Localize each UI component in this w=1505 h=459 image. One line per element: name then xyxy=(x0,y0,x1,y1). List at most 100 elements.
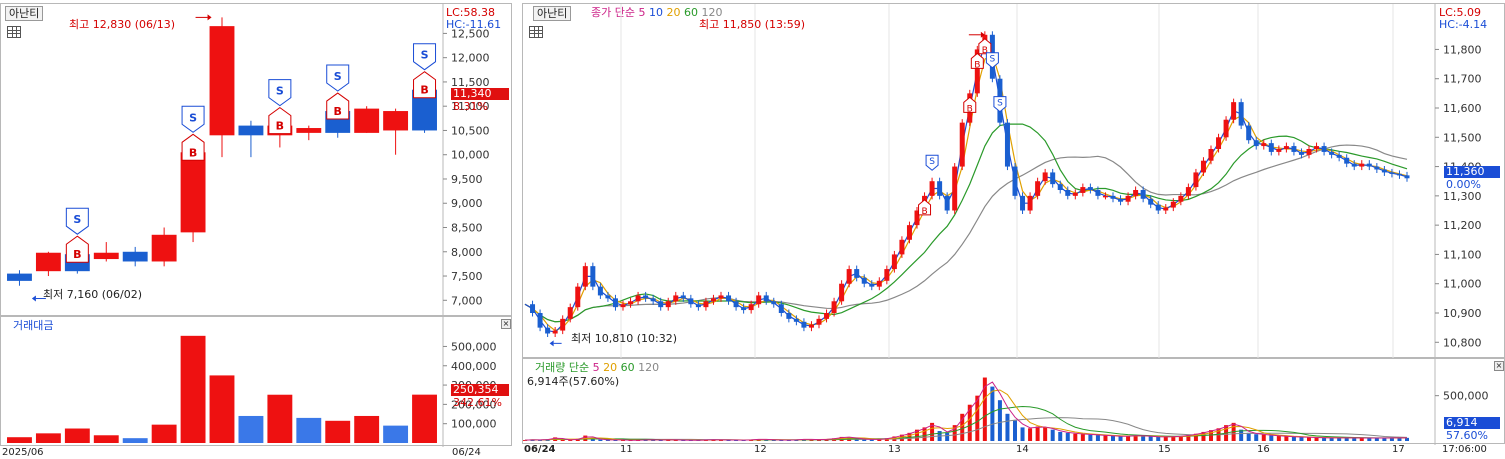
intraday-candle-body xyxy=(650,298,656,302)
intraday-candle-body xyxy=(552,330,558,334)
intraday-sell-letter: S xyxy=(929,157,935,167)
intraday-candle-body xyxy=(824,313,830,319)
left-vol-tick-label: 500,000 xyxy=(451,340,497,353)
left-price-tick-label: 12,500 xyxy=(451,27,490,40)
sell-signal-letter: S xyxy=(421,49,429,62)
intraday-candle-body xyxy=(1223,119,1229,138)
right-volume-panel[interactable]: 거래량 단순 5 20 60 120 6,914주(57.60%) × 500,… xyxy=(522,358,1505,445)
left-low-annotation: 최저 7,160 (06/02) xyxy=(43,288,143,301)
sell-signal-letter: S xyxy=(334,70,342,83)
left-vol-tick-label: 400,000 xyxy=(451,360,497,373)
intraday-candle-body xyxy=(899,239,905,255)
right-date-label: 15 xyxy=(1158,444,1171,455)
volume-bar xyxy=(383,425,409,443)
right-price-tick-label: 11,300 xyxy=(1443,190,1482,203)
intraday-candle-body xyxy=(1057,184,1063,190)
intraday-candle-body xyxy=(1050,172,1056,185)
volume-bar xyxy=(238,415,264,443)
intraday-candle-body xyxy=(726,295,732,302)
intraday-candle-body xyxy=(1155,204,1161,211)
intraday-candle-body xyxy=(891,254,897,270)
intraday-candle-body xyxy=(643,295,649,299)
left-volume-change: 342.61% xyxy=(453,396,502,409)
intraday-candle-body xyxy=(1389,172,1395,174)
intraday-candle-body xyxy=(718,295,724,299)
left-price-tick-label: 9,500 xyxy=(451,173,483,186)
right-price-tick-label: 11,600 xyxy=(1443,102,1482,115)
intraday-candle-body xyxy=(861,277,867,284)
right-price-tick-label: 11,500 xyxy=(1443,131,1482,144)
left-candlestick-chart: 12,50012,00011,50011,00010,50010,0009,50… xyxy=(7,4,490,317)
intraday-candle-body xyxy=(1366,163,1372,167)
right-price-tick-label: 10,900 xyxy=(1443,307,1482,320)
intraday-candle-body xyxy=(605,295,611,299)
intraday-candle-body xyxy=(748,304,754,311)
intraday-candle-body xyxy=(1351,163,1357,167)
intraday-candle-body xyxy=(1246,125,1252,141)
volume-bar xyxy=(7,437,32,443)
right-low-arrow-head xyxy=(549,340,554,347)
intraday-candle-body xyxy=(906,225,912,240)
intraday-volume-bar xyxy=(1050,429,1055,441)
intraday-candle-body xyxy=(1344,157,1350,164)
volume-ma-line xyxy=(524,417,1408,441)
intraday-candle-body xyxy=(1148,198,1154,205)
intraday-candle-body xyxy=(831,301,837,313)
high-arrow-head xyxy=(207,14,212,21)
right-price-tick-label: 11,100 xyxy=(1443,248,1482,261)
intraday-candle-body xyxy=(786,313,792,319)
moving-average-line xyxy=(524,144,1408,323)
intraday-candle-body xyxy=(771,301,777,305)
left-price-panel[interactable]: 아난티 LC:58.38 HC:-11.61 12,500 12,000 11,50… xyxy=(0,3,512,317)
candle-body xyxy=(383,111,409,131)
intraday-volume-bar xyxy=(1291,436,1296,441)
intraday-candle-body xyxy=(1238,102,1244,126)
left-price-tick-label: 10,000 xyxy=(451,149,490,162)
intraday-candle-body xyxy=(1185,187,1191,196)
intraday-candle-body xyxy=(1314,146,1320,149)
intraday-candle-body xyxy=(1321,146,1327,152)
intraday-candle-body xyxy=(1095,190,1101,196)
intraday-volume-bar xyxy=(1126,436,1131,441)
intraday-volume-bar xyxy=(1307,437,1311,441)
intraday-candle-body xyxy=(658,301,664,308)
right-date-label: 11 xyxy=(620,444,633,455)
intraday-candle-body xyxy=(1087,187,1093,190)
intraday-volume-bar xyxy=(1163,436,1168,441)
intraday-volume-bar xyxy=(598,439,603,441)
intraday-candle-body xyxy=(1381,169,1387,173)
intraday-sell-letter: S xyxy=(990,55,996,65)
intraday-candle-body xyxy=(854,269,860,278)
intraday-candle-body xyxy=(846,269,852,284)
right-date-label: 17 xyxy=(1392,444,1405,455)
intraday-candle-body xyxy=(590,266,596,287)
left-high-annotation: 최고 12,830 (06/13) xyxy=(69,18,176,31)
intraday-candle-body xyxy=(959,122,965,167)
intraday-volume-bar xyxy=(1073,433,1078,441)
intraday-volume-bar xyxy=(1261,434,1266,441)
intraday-volume-bar xyxy=(1035,426,1040,441)
intraday-candle-body xyxy=(1193,172,1199,188)
candle-body xyxy=(151,234,177,262)
left-volume-panel[interactable]: 거래대금 × 500,000400,000300,000200,000100,0… xyxy=(0,316,512,447)
intraday-volume-bar xyxy=(1284,436,1289,441)
intraday-candle-body xyxy=(763,295,769,302)
intraday-volume-bar xyxy=(1246,432,1251,441)
left-current-change: 8.31% xyxy=(453,100,488,113)
candle-body xyxy=(238,125,264,136)
right-price-panel[interactable]: 아난티 종가 단순 5 10 20 60 120 LC:5.09 HC:-4.1… xyxy=(522,3,1505,359)
intraday-buy-letter: B xyxy=(921,207,927,217)
intraday-candle-body xyxy=(1027,195,1033,211)
intraday-candle-body xyxy=(869,283,875,287)
right-high-annotation: 최고 11,850 (13:59) xyxy=(699,18,806,31)
intraday-candle-body xyxy=(1110,195,1116,199)
right-current-price-tag: 11,360 xyxy=(1444,166,1500,178)
candle-body xyxy=(209,26,235,136)
intraday-volume-bar xyxy=(1095,435,1100,441)
right-price-tick-label: 11,800 xyxy=(1443,43,1482,56)
intraday-volume-bar xyxy=(1314,437,1319,441)
intraday-candle-body xyxy=(1276,149,1282,152)
candle-body xyxy=(7,273,32,281)
intraday-volume-bar xyxy=(1103,435,1108,441)
low-arrow-head xyxy=(31,295,36,302)
